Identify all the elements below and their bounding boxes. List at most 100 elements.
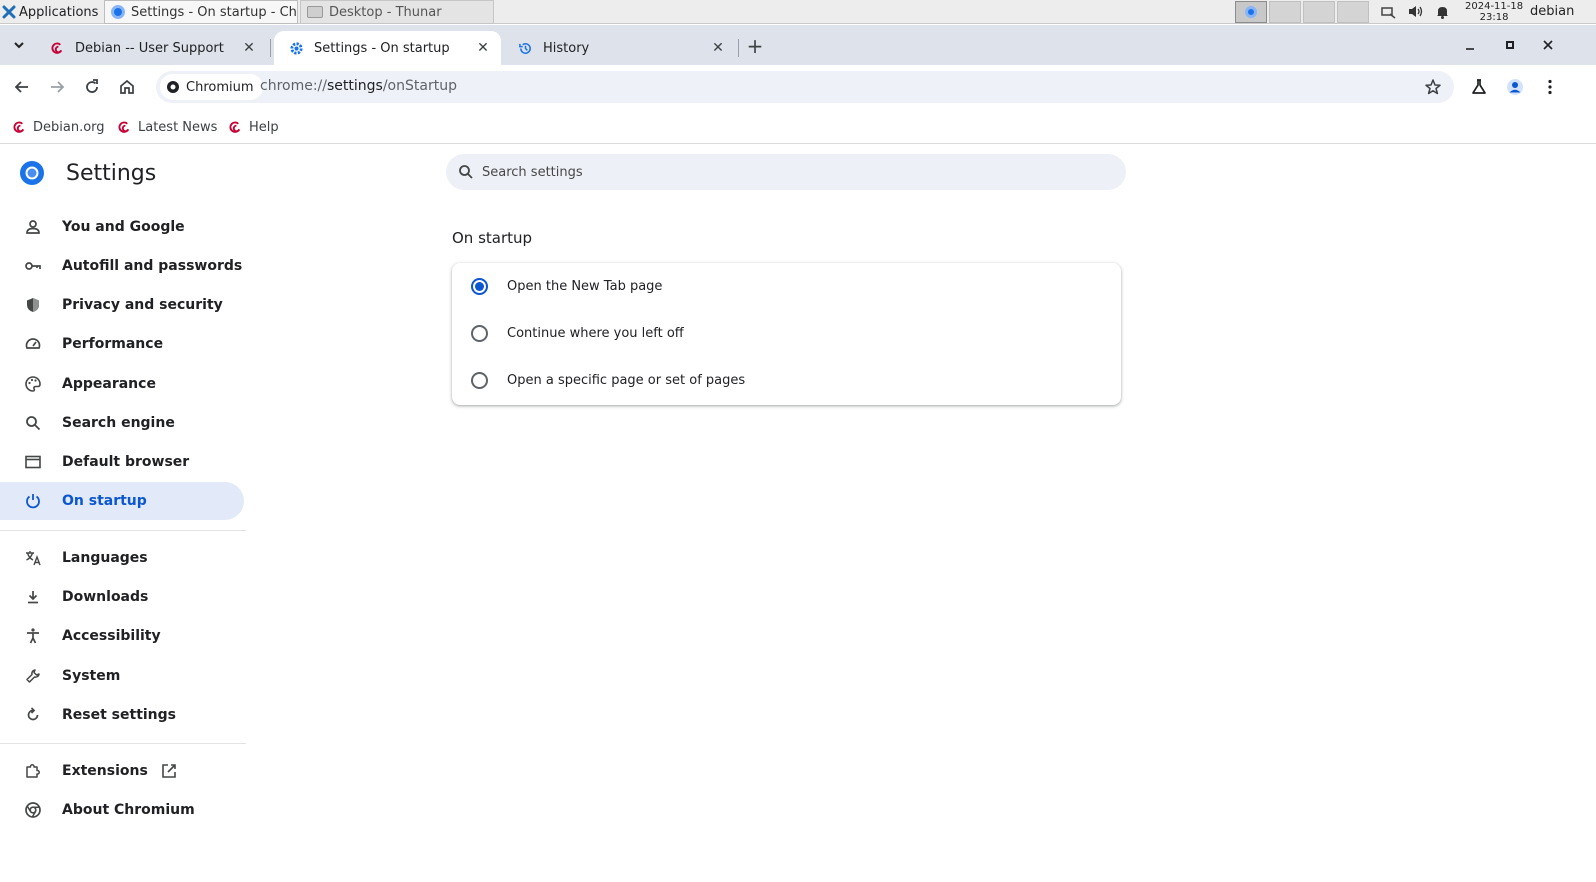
tab-settings-on-startup[interactable]: Settings - On startup ✕ bbox=[274, 31, 501, 65]
sidebar-divider bbox=[0, 743, 246, 744]
browser-window-icon bbox=[25, 455, 41, 469]
profile-button[interactable] bbox=[1501, 73, 1529, 101]
settings-sidebar: Settings You and Google Autofill and pas… bbox=[0, 145, 246, 882]
open-in-new-icon bbox=[162, 764, 176, 778]
download-icon bbox=[28, 591, 38, 604]
search-placeholder: Search settings bbox=[482, 164, 583, 180]
tab-search-button[interactable] bbox=[7, 33, 31, 57]
bookmark-help[interactable]: Help bbox=[228, 115, 279, 139]
sidebar-item-on-startup[interactable]: On startup bbox=[0, 482, 244, 520]
address-bar[interactable]: Chromium chrome://settings/onStartup bbox=[156, 71, 1454, 103]
bookmark-debian-org[interactable]: Debian.org bbox=[12, 115, 105, 139]
maximize-icon bbox=[1506, 41, 1514, 49]
new-tab-button[interactable]: + bbox=[742, 33, 768, 59]
sidebar-item-label: Privacy and security bbox=[62, 297, 223, 313]
radio-button[interactable] bbox=[471, 372, 488, 389]
close-tab-icon[interactable]: ✕ bbox=[239, 38, 259, 58]
sidebar-item-label: Search engine bbox=[62, 415, 175, 431]
taskbar-item-thunar[interactable]: Desktop - Thunar bbox=[300, 0, 494, 24]
chromium-icon bbox=[111, 5, 125, 19]
avatar-icon bbox=[1507, 79, 1523, 95]
workspace-1[interactable] bbox=[1235, 1, 1267, 23]
site-info-chip[interactable]: Chromium bbox=[160, 74, 263, 100]
debian-swirl-icon bbox=[118, 121, 130, 133]
url-text[interactable]: chrome://settings/onStartup bbox=[260, 78, 457, 94]
workspace-4[interactable] bbox=[1337, 1, 1369, 23]
bookmark-latest-news[interactable]: Latest News bbox=[117, 115, 217, 139]
startup-options-card: Open the New Tab page Continue where you… bbox=[452, 263, 1121, 405]
sidebar-item-extensions[interactable]: Extensions bbox=[0, 752, 244, 790]
debian-swirl-icon bbox=[13, 121, 25, 133]
clock-date: 2024-11-18 bbox=[1465, 1, 1524, 12]
chromium-icon bbox=[1245, 6, 1257, 18]
maximize-button[interactable] bbox=[1498, 33, 1522, 57]
option-label: Continue where you left off bbox=[507, 326, 684, 341]
applications-label: Applications bbox=[19, 4, 99, 20]
accessibility-icon bbox=[27, 628, 39, 644]
clock-time: 23:18 bbox=[1479, 12, 1509, 23]
minimize-button[interactable] bbox=[1458, 33, 1482, 57]
sidebar-item-autofill[interactable]: Autofill and passwords bbox=[0, 247, 244, 285]
option-continue-where-left-off[interactable]: Continue where you left off bbox=[452, 310, 1121, 357]
sidebar-item-languages[interactable]: Languages bbox=[0, 539, 244, 577]
sidebar-item-you-and-google[interactable]: You and Google bbox=[0, 208, 244, 246]
reload-button[interactable] bbox=[78, 73, 106, 101]
close-tab-icon[interactable]: ✕ bbox=[473, 38, 493, 58]
chromium-icon bbox=[25, 802, 41, 818]
sidebar-item-label: About Chromium bbox=[62, 802, 195, 818]
tab-history[interactable]: History ✕ bbox=[503, 31, 736, 65]
workspace-2[interactable] bbox=[1269, 1, 1301, 23]
bookmark-label: Help bbox=[249, 119, 279, 135]
reload-icon bbox=[86, 79, 98, 93]
sidebar-item-label: Downloads bbox=[62, 589, 149, 605]
menu-button[interactable] bbox=[1536, 73, 1564, 101]
sidebar-item-system[interactable]: System bbox=[0, 657, 244, 695]
puzzle-icon bbox=[26, 764, 40, 778]
panel-clock[interactable]: 2024-11-18 23:18 bbox=[1465, 1, 1523, 23]
arrow-left-icon bbox=[14, 81, 28, 93]
applications-menu[interactable]: Applications ⋮ bbox=[2, 0, 112, 24]
sidebar-item-privacy[interactable]: Privacy and security bbox=[0, 286, 244, 324]
close-tab-icon[interactable]: ✕ bbox=[708, 38, 728, 58]
sidebar-item-performance[interactable]: Performance bbox=[0, 325, 244, 363]
back-button[interactable] bbox=[8, 73, 36, 101]
sidebar-item-downloads[interactable]: Downloads bbox=[0, 578, 244, 616]
reset-icon bbox=[27, 707, 39, 721]
person-icon bbox=[26, 220, 40, 234]
volume-icon[interactable] bbox=[1407, 3, 1424, 20]
bookmark-label: Latest News bbox=[138, 119, 218, 135]
sidebar-item-appearance[interactable]: Appearance bbox=[0, 365, 244, 403]
close-icon bbox=[1543, 40, 1553, 50]
sidebar-item-about-chromium[interactable]: About Chromium bbox=[0, 791, 244, 829]
option-open-specific-pages[interactable]: Open a specific page or set of pages bbox=[452, 357, 1121, 404]
panel-user[interactable]: debian bbox=[1530, 4, 1574, 19]
notification-bell-icon[interactable] bbox=[1434, 3, 1451, 20]
sidebar-item-label: Performance bbox=[62, 336, 164, 352]
close-window-button[interactable] bbox=[1536, 33, 1560, 57]
browser-toolbar: Chromium chrome://settings/onStartup bbox=[0, 65, 1596, 109]
sidebar-item-accessibility[interactable]: Accessibility bbox=[0, 617, 244, 655]
taskbar-item-chromium[interactable]: Settings - On startup - Chr... bbox=[104, 0, 298, 24]
sidebar-item-label: You and Google bbox=[62, 219, 185, 235]
labs-button[interactable] bbox=[1465, 73, 1493, 101]
bookmark-label: Debian.org bbox=[33, 119, 105, 135]
gear-icon bbox=[288, 40, 304, 56]
option-open-new-tab[interactable]: Open the New Tab page bbox=[452, 263, 1121, 310]
bookmark-star-icon[interactable] bbox=[1424, 78, 1442, 96]
radio-button-selected[interactable] bbox=[471, 278, 488, 295]
sidebar-item-label: Extensions bbox=[62, 763, 148, 779]
palette-icon bbox=[25, 376, 41, 392]
network-icon[interactable] bbox=[1380, 3, 1397, 20]
sidebar-item-reset-settings[interactable]: Reset settings bbox=[0, 696, 244, 734]
workspace-switcher bbox=[1235, 1, 1369, 23]
tab-debian-support[interactable]: Debian -- User Support ✕ bbox=[35, 31, 267, 65]
workspace-3[interactable] bbox=[1303, 1, 1335, 23]
tab-title: Debian -- User Support bbox=[75, 40, 224, 56]
minimize-icon bbox=[1466, 48, 1474, 50]
home-button[interactable] bbox=[113, 73, 141, 101]
sidebar-item-default-browser[interactable]: Default browser bbox=[0, 443, 244, 481]
forward-button[interactable] bbox=[43, 73, 71, 101]
settings-search-field[interactable]: Search settings bbox=[446, 154, 1126, 190]
sidebar-item-search-engine[interactable]: Search engine bbox=[0, 404, 244, 442]
radio-button[interactable] bbox=[471, 325, 488, 342]
